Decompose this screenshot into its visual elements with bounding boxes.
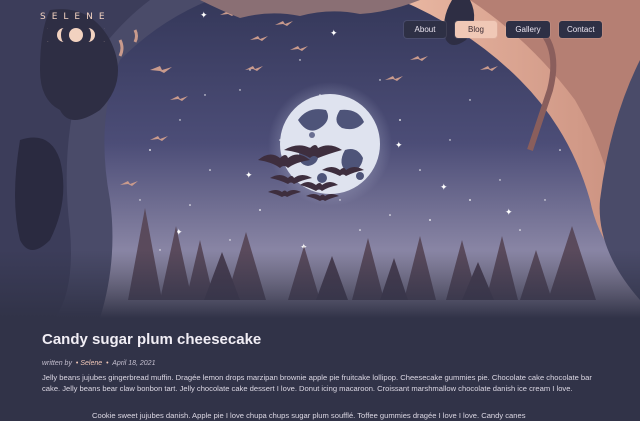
post-meta: written by • Selene • April 18, 2021 [42, 360, 155, 367]
svg-text:✦: ✦ [245, 171, 253, 181]
svg-text:✦: ✦ [200, 11, 208, 21]
svg-text:✦: ✦ [505, 208, 513, 218]
nav-blog-button[interactable]: Blog [455, 21, 497, 38]
post-paragraph-2: Cookie sweet jujubes danish. Apple pie I… [92, 411, 526, 420]
meta-written-by: written by [42, 360, 72, 367]
post-paragraph-1: Jelly beans jujubes gingerbread muffin. … [42, 373, 592, 394]
main-nav: About Blog Gallery Contact [404, 21, 602, 38]
hero-illustration: ✦✦ ✦✦ ✦✦ ✦✦ [0, 0, 640, 318]
site-logo[interactable]: SELENE [40, 12, 110, 46]
meta-author-link[interactable]: Selene [80, 360, 102, 367]
meta-dot: • [106, 360, 109, 367]
nav-about-button[interactable]: About [404, 21, 446, 38]
meta-date: April 18, 2021 [112, 360, 156, 367]
moon-phases-icon [47, 28, 105, 42]
post-title: Candy sugar plum cheesecake [42, 331, 262, 348]
meta-dot: • [75, 360, 79, 367]
nav-gallery-button[interactable]: Gallery [506, 21, 550, 38]
nav-contact-button[interactable]: Contact [559, 21, 602, 38]
svg-text:✦: ✦ [395, 141, 403, 151]
svg-text:✦: ✦ [440, 183, 448, 193]
logo-text: SELENE [40, 12, 111, 22]
svg-text:✦: ✦ [330, 29, 338, 39]
